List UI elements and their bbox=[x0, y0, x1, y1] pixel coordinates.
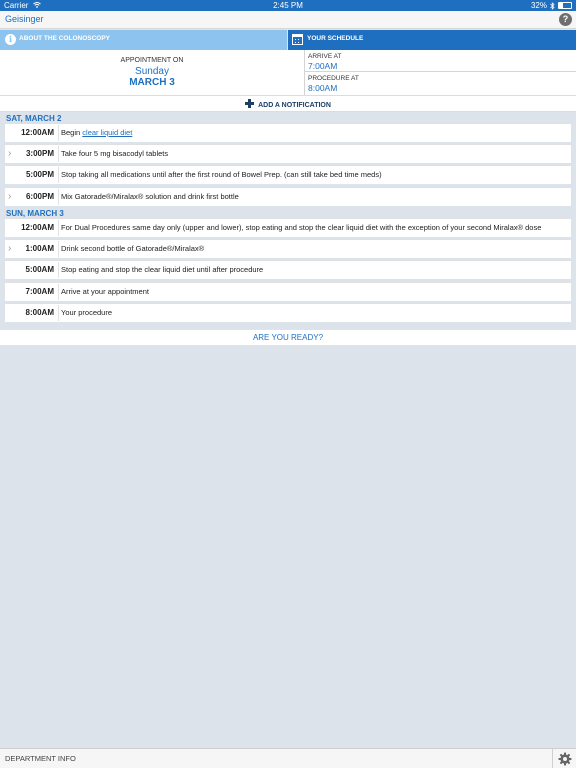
row-time: 7:00AM bbox=[25, 287, 54, 296]
gear-icon bbox=[558, 752, 572, 766]
schedule-row[interactable]: › 3:00PM Take four 5 mg bisacodyl tablet… bbox=[5, 144, 571, 163]
schedule-label: YOUR SCHEDULE bbox=[307, 35, 364, 42]
appointment-date: MARCH 3 bbox=[129, 77, 175, 88]
battery-fill bbox=[559, 3, 563, 8]
row-time: 8:00AM bbox=[25, 308, 54, 317]
procedure-time: 8:00AM bbox=[308, 83, 338, 93]
status-time: 2:45 PM bbox=[273, 1, 303, 10]
row-time: 12:00AM bbox=[21, 128, 54, 137]
your-schedule-header: YOUR SCHEDULE bbox=[288, 30, 576, 50]
row-time: 3:00PM bbox=[25, 149, 54, 158]
schedule-row: 5:00PM Stop taking all medications until… bbox=[5, 165, 571, 184]
add-notification-label: ADD A NOTIFICATION bbox=[258, 102, 331, 109]
procedure-row: PROCEDURE AT 8:00AM bbox=[305, 72, 576, 94]
row-time: 5:00PM bbox=[25, 170, 54, 179]
plus-icon bbox=[245, 99, 255, 108]
navigation-bar: Geisinger ? bbox=[0, 11, 576, 29]
battery-percent: 32% bbox=[530, 1, 547, 10]
appointment-day: Sunday bbox=[135, 66, 169, 77]
schedule-row: 12:00AM For Dual Procedures same day onl… bbox=[5, 218, 571, 237]
arrive-label: ARRIVE AT bbox=[308, 53, 342, 60]
row-text: Take four 5 mg bisacodyl tablets bbox=[61, 149, 169, 158]
procedure-label: PROCEDURE AT bbox=[308, 75, 359, 82]
row-text: Arrive at your appointment bbox=[61, 287, 149, 296]
info-icon: i bbox=[5, 34, 16, 45]
about-label: ABOUT THE COLONOSCOPY bbox=[19, 35, 111, 42]
schedule-row: 5:00AM Stop eating and stop the clear li… bbox=[5, 260, 571, 279]
calendar-icon bbox=[292, 34, 303, 45]
arrive-time: 7:00AM bbox=[308, 61, 338, 71]
add-notification-button[interactable]: ADD A NOTIFICATION bbox=[0, 95, 576, 112]
schedule-row: 7:00AM Arrive at your appointment bbox=[5, 282, 571, 301]
battery-icon bbox=[558, 2, 572, 9]
schedule-row: 8:00AM Your procedure bbox=[5, 303, 571, 322]
are-you-ready-link[interactable]: ARE YOU READY? bbox=[0, 330, 576, 345]
appointment-label: APPOINTMENT ON bbox=[120, 57, 184, 64]
department-info-button[interactable]: DEPARTMENT INFO bbox=[5, 754, 76, 763]
row-time: 12:00AM bbox=[21, 223, 54, 232]
bottom-bar: DEPARTMENT INFO bbox=[0, 748, 576, 768]
row-time: 6:00PM bbox=[25, 192, 54, 201]
status-bar: Carrier 2:45 PM 32% bbox=[0, 0, 576, 11]
appointment-panel: APPOINTMENT ON Sunday MARCH 3 bbox=[0, 50, 304, 95]
row-text: Stop taking all medications until after … bbox=[61, 170, 382, 179]
row-time: 1:00AM bbox=[25, 244, 54, 253]
arrive-row: ARRIVE AT 7:00AM bbox=[305, 50, 576, 72]
help-icon[interactable]: ? bbox=[559, 13, 572, 26]
day-header-sun: SUN, MARCH 3 bbox=[6, 209, 64, 218]
row-text: Stop eating and stop the clear liquid di… bbox=[61, 265, 264, 274]
bluetooth-icon bbox=[550, 1, 555, 10]
back-button[interactable]: Geisinger bbox=[5, 14, 44, 24]
day-header-sat: SAT, MARCH 2 bbox=[6, 114, 62, 123]
schedule-panel: ARRIVE AT 7:00AM PROCEDURE AT 8:00AM bbox=[304, 50, 576, 95]
schedule-row[interactable]: › 6:00PM Mix Gatorade®/Miralax® solution… bbox=[5, 187, 571, 206]
clear-liquid-diet-link[interactable]: clear liquid diet bbox=[82, 128, 132, 137]
battery-status: 32% bbox=[531, 0, 572, 11]
row-time: 5:00AM bbox=[25, 265, 54, 274]
row-text: For Dual Procedures same day only (upper… bbox=[61, 223, 542, 232]
settings-button[interactable] bbox=[552, 749, 576, 768]
row-text: Begin clear liquid diet bbox=[61, 128, 133, 137]
row-text: Your procedure bbox=[61, 308, 113, 317]
row-text: Drink second bottle of Gatorade®/Miralax… bbox=[61, 244, 205, 253]
schedule-row: 12:00AM Begin clear liquid diet bbox=[5, 123, 571, 142]
row-text: Mix Gatorade®/Miralax® solution and drin… bbox=[61, 192, 239, 201]
about-colonoscopy-button[interactable]: i ABOUT THE COLONOSCOPY bbox=[0, 30, 287, 50]
schedule-row[interactable]: › 1:00AM Drink second bottle of Gatorade… bbox=[5, 239, 571, 258]
